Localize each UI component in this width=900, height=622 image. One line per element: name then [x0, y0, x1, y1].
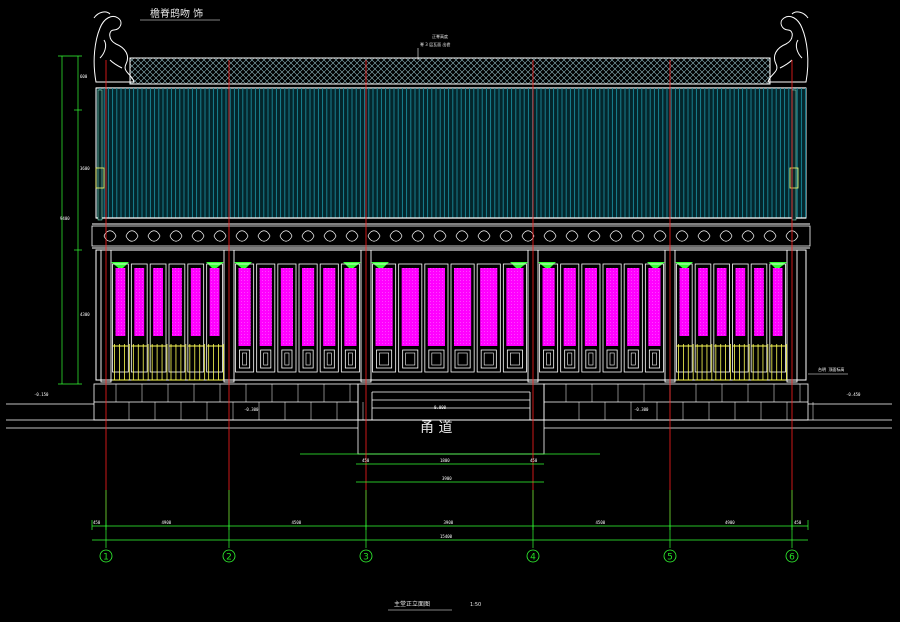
drawing-title: 主堂正立面图: [394, 600, 430, 608]
bracket: [234, 262, 361, 270]
bay-dimensions: 450 4900 4500 3900 4500 4900 450: [91, 520, 809, 530]
bay-dim-label: 4500: [596, 520, 606, 525]
height-dim-3: 4300: [80, 312, 90, 317]
columns: [100, 249, 798, 383]
bracket: [371, 262, 528, 270]
corridor-dim-2: 1800: [440, 458, 450, 463]
platform: [93, 383, 809, 455]
bracket: [538, 262, 665, 270]
bay-dim-label: 4900: [725, 520, 735, 525]
elevation-left: -0.150: [34, 392, 49, 397]
ridge-beast-right: [767, 11, 809, 83]
tassel-left: [97, 89, 103, 221]
drawing-scale: 1:50: [470, 602, 481, 608]
annotation-top-left: 檐脊鸱吻 饰: [150, 7, 203, 20]
axis-label: 2: [226, 553, 232, 563]
entry-steps: [357, 383, 545, 421]
axis-label: 5: [667, 553, 673, 563]
ridge-note-b: 脊 3 层瓦面 出檐: [420, 41, 450, 47]
axis-label: 1: [103, 553, 109, 563]
bay-dim-label: 4900: [162, 520, 172, 525]
bay-dim-label: 3900: [444, 520, 454, 525]
door-bays: [111, 262, 787, 381]
roof-tiles: [95, 87, 807, 219]
corridor-dim-total: 3900: [442, 476, 452, 481]
eave-ornaments: [103, 230, 799, 242]
axis-label: 3: [363, 553, 369, 563]
corridor-label: 甬 道: [420, 420, 452, 436]
elevation-center: 0.000: [434, 405, 447, 410]
facade: [95, 249, 807, 383]
elevation-mid-right: -0.300: [634, 407, 649, 412]
bay-dim-label: 450: [794, 520, 802, 525]
corridor-dim-1: 450: [362, 458, 370, 463]
height-dim-total: 9400: [60, 216, 70, 221]
height-dim-2: 3600: [80, 166, 90, 171]
total-length: 15400: [440, 534, 453, 539]
roof: [91, 57, 811, 249]
note-right: 台明 顶面标高: [818, 366, 844, 372]
bay-dim-label: 450: [93, 520, 101, 525]
ridge-lattice: [129, 57, 771, 85]
elevation-drawing: 檐脊鸱吻 饰 正脊高度 脊 3 层瓦面 出檐 甬 道 -0.150 -0.450…: [6, 7, 892, 611]
axis-label: 6: [789, 553, 795, 563]
elevation-mid-left: -0.300: [244, 407, 259, 412]
eave-ornament-band: [91, 225, 811, 247]
corridor-dim-3: 450: [530, 458, 538, 463]
elevation-right: -0.450: [846, 392, 861, 397]
ridge-beast-left: [93, 11, 135, 83]
axis-label: 4: [530, 553, 536, 563]
bay-dim-label: 4500: [292, 520, 302, 525]
ridge-note-a: 正脊高度: [432, 33, 448, 39]
tassel-right: [791, 89, 797, 221]
height-dim-1: 600: [80, 74, 88, 79]
